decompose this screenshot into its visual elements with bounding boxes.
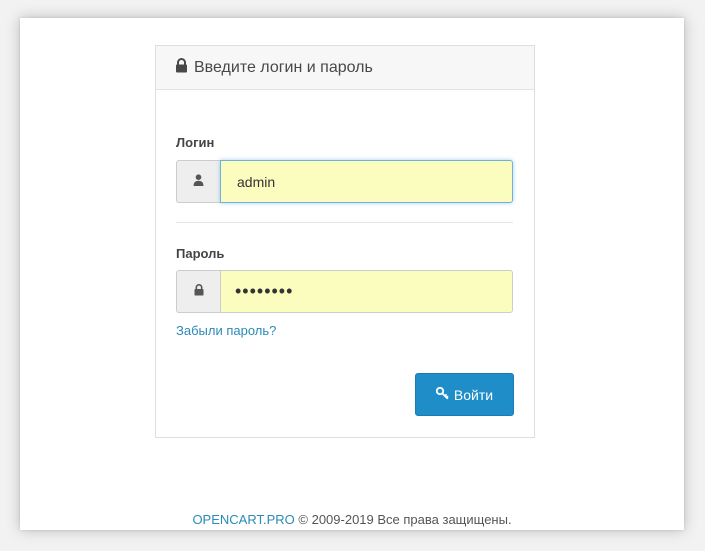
password-addon (176, 270, 220, 313)
login-button[interactable]: Войти (415, 373, 514, 416)
lock-icon (194, 283, 204, 301)
panel-heading: Введите логин и пароль (156, 46, 534, 90)
field-divider (176, 222, 513, 223)
login-panel: Введите логин и пароль Логин Пароль (155, 45, 535, 438)
password-label: Пароль (176, 246, 225, 261)
panel-title: Введите логин и пароль (194, 58, 373, 76)
copyright-text: © 2009-2019 Все права защищены. (298, 512, 512, 527)
login-input-group (176, 160, 513, 203)
opencart-link[interactable]: OPENCART.PRO (192, 512, 294, 527)
page-window: Введите логин и пароль Логин Пароль (20, 18, 684, 530)
password-input-group (176, 270, 513, 313)
key-icon (435, 386, 454, 403)
login-input[interactable] (220, 160, 513, 203)
password-input[interactable] (220, 270, 513, 313)
login-label: Логин (176, 135, 215, 150)
forgot-password-link[interactable]: Забыли пароль? (176, 323, 276, 338)
lock-icon (175, 57, 194, 78)
user-icon (193, 173, 204, 191)
login-button-label: Войти (453, 386, 494, 403)
footer: OPENCART.PRO © 2009-2019 Все права защищ… (20, 512, 684, 527)
login-addon (176, 160, 220, 203)
